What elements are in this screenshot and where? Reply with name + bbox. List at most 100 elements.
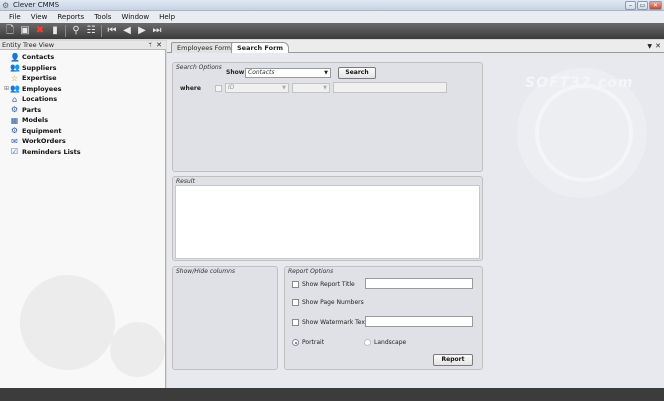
menu-reports[interactable]: Reports [52, 11, 89, 23]
show-label: Show [226, 69, 245, 76]
tree-item-workorders[interactable]: ✉ WorkOrders [4, 136, 81, 147]
tree-item-locations[interactable]: ⌂ Locations [4, 94, 81, 105]
parts-icon: ⚙ [10, 105, 19, 115]
toolbar-separator [65, 25, 66, 37]
menu-help[interactable]: Help [154, 11, 180, 23]
search-icon[interactable]: ⚲ [70, 25, 82, 37]
show-report-title-checkbox[interactable] [292, 281, 299, 288]
tree-item-label: Reminders Lists [22, 147, 81, 156]
magnifier-lens-icon [535, 84, 633, 182]
previous-record-icon[interactable]: ◀ [121, 25, 133, 37]
equipment-icon: ⚙ [10, 126, 19, 136]
gear-decoration-icon [20, 275, 115, 370]
tree-item-label: Models [22, 116, 49, 125]
first-record-icon[interactable]: ⏮ [106, 25, 118, 37]
report-options-panel: Report Options Show Report Title Show Pa… [284, 266, 483, 370]
value-input[interactable] [333, 82, 447, 93]
show-page-numbers-checkbox[interactable] [292, 299, 299, 306]
tree-item-label: Parts [22, 105, 42, 114]
landscape-radio[interactable] [364, 339, 371, 346]
entity-tree-title: Entity Tree View [2, 41, 55, 49]
menu-window[interactable]: Window [116, 11, 154, 23]
delete-icon[interactable]: ✖ [34, 25, 46, 37]
contact-icon: 👤 [10, 52, 20, 62]
search-button[interactable]: Search [338, 67, 376, 79]
watermark-logo: SOFT32.com [525, 75, 634, 91]
document-tabs: Employees Form Search Form ▼ ✕ [167, 40, 664, 53]
tree-item-contacts[interactable]: 👤 Contacts [4, 52, 81, 63]
tree-item-label: Contacts [22, 53, 55, 62]
pin-icon[interactable]: ᛘ [148, 41, 152, 50]
suppliers-icon: 👥 [10, 63, 20, 73]
last-record-icon[interactable]: ⏭ [151, 25, 163, 37]
tree-item-equipment[interactable]: ⚙ Equipment [4, 126, 81, 137]
hierarchy-icon[interactable]: ☷ [85, 25, 97, 37]
show-hide-columns-panel: Show/Hide columns [172, 266, 278, 370]
report-title-input[interactable] [365, 278, 473, 289]
app-icon: ⚙ [2, 1, 10, 10]
tree-item-label: WorkOrders [22, 137, 66, 146]
tree-item-label: Employees [22, 84, 62, 93]
search-options-panel: Search Options Show Contacts ▼ Search wh… [172, 62, 483, 172]
tree-item-employees[interactable]: ⊞ 👥 Employees [4, 84, 81, 95]
minimize-button[interactable]: – [625, 1, 636, 10]
save-icon[interactable]: ▣ [19, 25, 31, 37]
entity-tree-header: Entity Tree View ᛘ ✕ [0, 41, 166, 50]
field-select[interactable]: ID ▼ [225, 83, 289, 93]
window-controls: – ▭ ✕ [625, 1, 662, 10]
show-watermark-text-label: Show Watermark Text [302, 319, 368, 326]
show-hide-columns-title: Show/Hide columns [176, 268, 236, 275]
tree-item-parts[interactable]: ⚙ Parts [4, 105, 81, 116]
tree-item-label: Equipment [22, 126, 62, 135]
operator-select[interactable]: ▼ [292, 83, 330, 93]
menu-tools[interactable]: Tools [89, 11, 116, 23]
field-value: ID [228, 84, 235, 91]
next-record-icon[interactable]: ▶ [136, 25, 148, 37]
workorders-icon: ✉ [11, 136, 18, 146]
window-title: Clever CMMS [13, 1, 60, 9]
tab-list-icon[interactable]: ▼ [647, 41, 652, 52]
result-title: Result [176, 178, 195, 185]
tree-item-reminders-lists[interactable]: ☑ Reminders Lists [4, 147, 81, 158]
show-report-title-label: Show Report Title [302, 281, 355, 288]
toolbar-separator [101, 25, 102, 37]
status-bar [0, 388, 664, 401]
entity-tree: 👤 Contacts 👥 Suppliers ☆ Expertise ⊞ 👥 Employ… [4, 52, 81, 157]
show-watermark-text-checkbox[interactable] [292, 319, 299, 326]
employees-icon: 👥 [10, 84, 20, 94]
tree-item-expertise[interactable]: ☆ Expertise [4, 73, 81, 84]
new-document-icon[interactable]: 🗋 [4, 25, 16, 37]
report-options-title: Report Options [288, 268, 334, 275]
portrait-label: Portrait [302, 339, 325, 346]
models-icon: ▦ [10, 115, 19, 125]
trash-icon[interactable]: ▮ [49, 25, 61, 37]
tab-employees-form[interactable]: Employees Form [171, 42, 238, 53]
close-tab-icon[interactable]: ✕ [655, 41, 661, 52]
where-label: where [180, 85, 201, 92]
tab-search-form[interactable]: Search Form [231, 42, 290, 53]
menu-file[interactable]: File [4, 11, 26, 23]
tree-item-label: Expertise [22, 74, 57, 83]
tree-item-label: Suppliers [22, 63, 57, 72]
tree-item-models[interactable]: ▦ Models [4, 115, 81, 126]
main-content: Employees Form Search Form ▼ ✕ SOFT32.co… [167, 40, 664, 388]
search-options-title: Search Options [176, 64, 222, 71]
star-icon: ☆ [10, 73, 19, 83]
result-grid[interactable] [175, 185, 480, 259]
landscape-label: Landscape [374, 339, 407, 346]
maximize-button[interactable]: ▭ [637, 1, 648, 10]
portrait-radio[interactable] [292, 339, 299, 346]
where-checkbox[interactable] [215, 85, 222, 92]
menu-view[interactable]: View [26, 11, 53, 23]
menu-bar: File View Reports Tools Window Help [0, 11, 664, 23]
dropdown-arrow-icon: ▼ [282, 85, 286, 91]
watermark-text-input[interactable] [365, 316, 473, 327]
show-entity-select[interactable]: Contacts ▼ [245, 68, 331, 78]
tree-item-suppliers[interactable]: 👥 Suppliers [4, 63, 81, 74]
dropdown-arrow-icon: ▼ [324, 70, 328, 76]
close-button[interactable]: ✕ [649, 1, 662, 10]
report-button[interactable]: Report [433, 354, 473, 366]
entity-tree-panel: 👤 Contacts 👥 Suppliers ☆ Expertise ⊞ 👥 Employ… [0, 50, 166, 388]
dropdown-arrow-icon: ▼ [323, 85, 327, 91]
close-panel-icon[interactable]: ✕ [156, 41, 162, 50]
